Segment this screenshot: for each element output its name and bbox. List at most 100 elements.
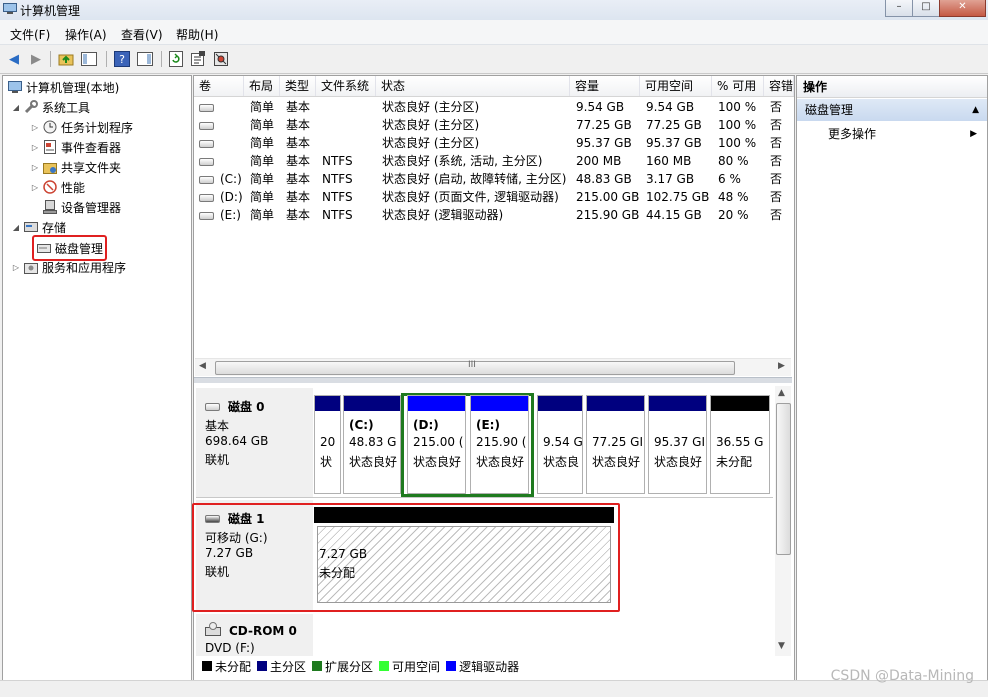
volume-row[interactable]: 简单 基本 状态良好 (主分区) 9.54 GB 9.54 GB 100 % 否: [194, 98, 794, 116]
back-icon[interactable]: ◀: [5, 50, 23, 68]
scroll-left-icon[interactable]: ◀: [199, 361, 206, 371]
col-free-space[interactable]: 可用空间: [640, 76, 712, 96]
cell-ft: 否: [770, 172, 783, 186]
forward-icon[interactable]: ▶: [27, 50, 45, 68]
disk-management-icon: [36, 240, 52, 256]
cell-fs: NTFS: [322, 190, 353, 204]
collapse-up-icon[interactable]: ▲: [972, 99, 979, 121]
help-icon[interactable]: ?: [113, 50, 131, 68]
partition-status: 状态良好: [413, 455, 462, 469]
tree-root[interactable]: 计算机管理(本地): [5, 77, 119, 97]
cell-fs: NTFS: [322, 208, 353, 222]
cell-layout: 简单: [250, 172, 275, 186]
menu-file[interactable]: 文件(F): [10, 26, 50, 43]
volume-disk-icon: [199, 211, 214, 220]
properties-icon[interactable]: [189, 50, 207, 68]
clock-icon: [42, 119, 58, 135]
volume-row[interactable]: 简单 基本 NTFS 状态良好 (系统, 活动, 主分区) 200 MB 160 MB 80…: [194, 152, 794, 170]
disk0-partition[interactable]: 20 状: [314, 395, 341, 494]
partition-drive-label: (E:): [476, 418, 500, 432]
pane-splitter[interactable]: [194, 377, 792, 383]
partition-size: 36.55 G: [716, 435, 764, 449]
expand-arrow-icon[interactable]: ▷: [30, 143, 40, 152]
more-actions-item[interactable]: 更多操作 ▶: [797, 123, 987, 145]
disk0-partition[interactable]: 77.25 GI 状态良好: [586, 395, 645, 494]
vscroll-thumb[interactable]: [776, 403, 791, 555]
menu-view[interactable]: 查看(V): [121, 26, 163, 43]
legend-swatch: [312, 661, 323, 671]
col-fault-tolerance[interactable]: 容错: [764, 76, 794, 96]
show-hide-tree-icon[interactable]: [80, 50, 98, 68]
disk0-partition[interactable]: 95.37 GI 状态良好: [648, 395, 707, 494]
expand-arrow-icon[interactable]: ▷: [30, 123, 40, 132]
svg-text:?: ?: [119, 53, 125, 66]
cdrom-info[interactable]: CD-ROM 0 DVD (F:): [196, 614, 313, 656]
disk0-partition[interactable]: 36.55 G 未分配: [710, 395, 770, 494]
col-capacity[interactable]: 容量: [570, 76, 640, 96]
col-percent-free[interactable]: % 可用: [712, 76, 764, 96]
volume-row[interactable]: (E:) 简单 基本 NTFS 状态良好 (逻辑驱动器) 215.90 GB 44.15 G…: [194, 206, 794, 224]
tree-task-scheduler[interactable]: ▷ 任务计划程序: [30, 117, 133, 137]
cell-free: 160 MB: [646, 154, 692, 168]
partition-status: 状: [320, 455, 333, 469]
cell-type: 基本: [286, 100, 311, 114]
col-filesystem[interactable]: 文件系统: [316, 76, 376, 96]
tree-storage[interactable]: ◢ 存储: [11, 217, 66, 237]
show-hide-action-pane-icon[interactable]: [136, 50, 154, 68]
disk-settings-icon[interactable]: [212, 50, 230, 68]
disk0-partition[interactable]: 9.54 G 状态良: [537, 395, 583, 494]
tree-device-manager[interactable]: 设备管理器: [40, 197, 121, 217]
scroll-down-icon[interactable]: ▼: [778, 641, 785, 651]
cell-free: 44.15 GB: [646, 208, 702, 222]
col-status[interactable]: 状态: [376, 76, 570, 96]
expand-arrow-icon[interactable]: ▷: [30, 163, 40, 172]
volume-row[interactable]: (C:) 简单 基本 NTFS 状态良好 (启动, 故障转储, 主分区) 48.83 GB…: [194, 170, 794, 188]
tree-services-apps[interactable]: ▷ 服务和应用程序: [11, 257, 126, 277]
cell-layout: 简单: [250, 154, 275, 168]
col-type[interactable]: 类型: [280, 76, 316, 96]
tree-shared-folders[interactable]: ▷ 共享文件夹: [30, 157, 121, 177]
submenu-arrow-icon: ▶: [970, 129, 977, 139]
tree-event-viewer[interactable]: ▷ 事件查看器: [30, 137, 121, 157]
menu-action[interactable]: 操作(A): [65, 26, 107, 43]
disk0-info[interactable]: 磁盘 0 基本 698.64 GB 联机: [196, 388, 313, 498]
scroll-right-icon[interactable]: ▶: [778, 361, 785, 371]
cell-status: 状态良好 (主分区): [382, 100, 480, 114]
volume-row[interactable]: 简单 基本 状态良好 (主分区) 95.37 GB 95.37 GB 100 % 否: [194, 134, 794, 152]
actions-section-disk-management[interactable]: 磁盘管理 ▲: [797, 99, 987, 121]
refresh-icon[interactable]: [167, 50, 185, 68]
actions-pane: 操作 磁盘管理 ▲ 更多操作 ▶: [796, 75, 988, 681]
partition-status: 状态良好: [476, 455, 525, 469]
volume-cell: [199, 116, 243, 134]
expand-arrow-icon[interactable]: ▷: [30, 183, 40, 192]
tools-icon: [23, 99, 39, 115]
graphical-view-vscrollbar[interactable]: ▲ ▼: [775, 386, 791, 656]
tree-system-tools[interactable]: ◢ 系统工具: [11, 97, 90, 117]
volume-row[interactable]: 简单 基本 状态良好 (主分区) 77.25 GB 77.25 GB 100 % 否: [194, 116, 794, 134]
disk0-partition[interactable]: (C:) 48.83 G 状态良好: [343, 395, 401, 494]
hscroll-thumb[interactable]: III: [215, 360, 735, 375]
tree-performance[interactable]: ▷ 性能: [30, 177, 85, 197]
col-layout[interactable]: 布局: [244, 76, 280, 96]
volume-row[interactable]: (D:) 简单 基本 NTFS 状态良好 (页面文件, 逻辑驱动器) 215.00 GB 1…: [194, 188, 794, 206]
up-folder-icon[interactable]: [57, 50, 75, 68]
partition-legend: 未分配 主分区 扩展分区 可用空间 逻辑驱动器: [196, 656, 790, 676]
cell-free: 3.17 GB: [646, 172, 695, 186]
cell-fs: [322, 98, 376, 116]
maximize-button[interactable]: □: [912, 0, 940, 17]
close-button[interactable]: ✕: [939, 0, 986, 17]
cell-type: 基本: [286, 172, 311, 186]
disk0-partition[interactable]: (D:) 215.00 (状态良好: [407, 395, 466, 494]
volume-table-hscrollbar[interactable]: ◀ III ▶: [195, 358, 791, 376]
minimize-button[interactable]: –: [885, 0, 913, 17]
cell-type: 基本: [286, 154, 311, 168]
col-volume[interactable]: 卷: [194, 76, 244, 96]
volume-cell: [199, 152, 243, 170]
collapse-arrow-icon[interactable]: ◢: [11, 223, 21, 232]
menu-help[interactable]: 帮助(H): [176, 26, 218, 43]
expand-arrow-icon[interactable]: ▷: [11, 263, 21, 272]
collapse-arrow-icon[interactable]: ◢: [11, 103, 21, 112]
disk0-partition[interactable]: (E:) 215.90 (状态良好: [470, 395, 529, 494]
tree-system-tools-label: 系统工具: [42, 100, 91, 115]
scroll-up-icon[interactable]: ▲: [778, 388, 785, 398]
